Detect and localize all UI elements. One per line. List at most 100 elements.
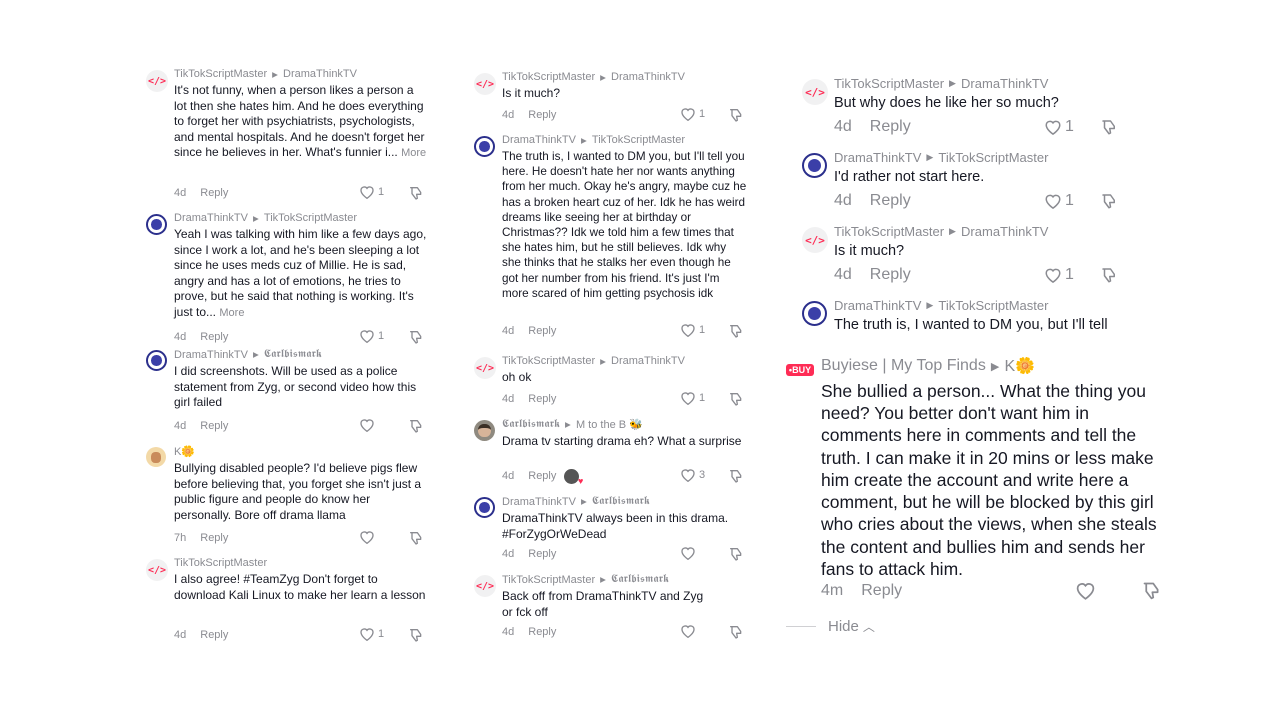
like-button[interactable] <box>680 546 699 560</box>
reply-button[interactable]: Reply <box>528 626 556 638</box>
drama-avatar[interactable] <box>474 497 495 518</box>
hide-replies-button[interactable]: Hide ︿ <box>786 618 875 635</box>
more-link[interactable]: More <box>219 307 244 319</box>
dislike-icon[interactable] <box>728 624 744 640</box>
like-button[interactable] <box>680 624 699 638</box>
reply-to-author[interactable]: DramaThinkTV <box>961 224 1048 239</box>
reply-to-author[interactable]: DramaThinkTV <box>961 76 1048 91</box>
drama-avatar[interactable] <box>802 301 827 326</box>
comment-author[interactable]: DramaThinkTV <box>174 212 248 224</box>
comment-author[interactable]: Buyiese | My Top Finds <box>821 357 986 375</box>
reply-to-author[interactable]: M to the B 🐝 <box>576 418 643 431</box>
comment-author[interactable]: DramaThinkTV <box>834 298 921 313</box>
reply-button[interactable]: Reply <box>200 532 228 544</box>
dislike-icon[interactable] <box>408 185 424 201</box>
reply-to-author[interactable]: TikTokScriptMaster <box>264 212 357 224</box>
code-avatar[interactable]: </> <box>146 70 168 92</box>
dislike-icon[interactable] <box>408 418 424 434</box>
comment-author[interactable]: DramaThinkTV <box>502 496 576 508</box>
reply-button[interactable]: Reply <box>870 192 911 210</box>
comment-meta: 4d Reply 1 <box>174 628 429 642</box>
code-avatar[interactable]: </> <box>474 575 496 597</box>
like-button[interactable]: 1 <box>1044 118 1074 136</box>
like-button[interactable] <box>359 530 378 544</box>
reply-button[interactable]: Reply <box>528 109 556 121</box>
like-button[interactable]: 1 <box>680 107 705 121</box>
like-button[interactable]: 3 <box>680 468 705 482</box>
reply-to-author[interactable]: DramaThinkTV <box>283 68 357 80</box>
like-button[interactable] <box>1075 581 1099 600</box>
dislike-icon[interactable] <box>1100 192 1118 210</box>
dislike-icon[interactable] <box>728 468 744 484</box>
dislike-icon[interactable] <box>728 546 744 562</box>
reply-button[interactable]: Reply <box>861 582 902 600</box>
reply-button[interactable]: Reply <box>528 325 556 337</box>
comment-time: 4d <box>502 470 515 482</box>
reply-to-author[interactable]: 𝕮𝖆𝖗𝖑𝖇𝖎𝖘𝖒𝖆𝖗𝖐 <box>592 495 650 508</box>
reply-button[interactable]: Reply <box>528 393 556 405</box>
comment-author[interactable]: TikTokScriptMaster <box>834 76 944 91</box>
like-button[interactable]: 1 <box>359 185 384 199</box>
dislike-icon[interactable] <box>728 391 744 407</box>
like-button[interactable]: 1 <box>680 323 705 337</box>
drama-avatar[interactable] <box>802 153 827 178</box>
drama-avatar[interactable] <box>146 350 167 371</box>
like-count: 3 <box>699 469 706 481</box>
reply-button[interactable]: Reply <box>870 118 911 136</box>
more-link[interactable]: More <box>401 147 426 159</box>
reply-to-author[interactable]: DramaThinkTV <box>611 71 685 83</box>
comment-author[interactable]: TikTokScriptMaster <box>502 355 595 367</box>
comment-author[interactable]: DramaThinkTV <box>834 150 921 165</box>
reply-to-author[interactable]: 𝕮𝖆𝖗𝖑𝖇𝖎𝖘𝖒𝖆𝖗𝖐 <box>264 348 322 361</box>
dislike-icon[interactable] <box>1100 118 1118 136</box>
comment-text: Drama tv starting drama eh? What a surpr… <box>502 434 742 448</box>
code-avatar[interactable]: </> <box>802 79 828 105</box>
comment-author[interactable]: TikTokScriptMaster <box>502 574 595 586</box>
dislike-icon[interactable] <box>728 323 744 339</box>
comment-meta: 7h Reply <box>174 531 429 545</box>
reply-to-author[interactable]: TikTokScriptMaster <box>938 150 1048 165</box>
code-avatar[interactable]: </> <box>474 73 496 95</box>
comment-author[interactable]: DramaThinkTV <box>502 134 576 146</box>
reply-button[interactable]: Reply <box>528 548 556 560</box>
dislike-icon[interactable] <box>1141 580 1162 601</box>
comment-author[interactable]: TikTokScriptMaster <box>502 71 595 83</box>
code-avatar[interactable]: </> <box>802 227 828 253</box>
code-avatar[interactable]: </> <box>474 357 496 379</box>
buy-avatar[interactable]: •BUY <box>786 362 814 378</box>
code-avatar[interactable]: </> <box>146 559 168 581</box>
k-avatar[interactable] <box>146 447 166 467</box>
reply-to-author[interactable]: TikTokScriptMaster <box>592 134 685 146</box>
reply-button[interactable]: Reply <box>528 470 556 482</box>
comment-author[interactable]: 𝕮𝖆𝖗𝖑𝖇𝖎𝖘𝖒𝖆𝖗𝖐 <box>502 418 560 431</box>
reply-to-author[interactable]: K🌼 <box>1004 356 1035 376</box>
dislike-icon[interactable] <box>408 530 424 546</box>
man-avatar[interactable] <box>474 420 495 441</box>
reply-button[interactable]: Reply <box>200 420 228 432</box>
dislike-icon[interactable] <box>408 329 424 345</box>
reply-to-author[interactable]: DramaThinkTV <box>611 355 685 367</box>
reply-to-author[interactable]: 𝕮𝖆𝖗𝖑𝖇𝖎𝖘𝖒𝖆𝖗𝖐 <box>611 573 669 586</box>
like-button[interactable]: 1 <box>359 627 384 641</box>
like-button[interactable]: 1 <box>1044 192 1074 210</box>
comment-author[interactable]: TikTokScriptMaster <box>174 557 267 569</box>
like-button[interactable]: 1 <box>680 391 705 405</box>
comment-author[interactable]: DramaThinkTV <box>174 349 248 361</box>
comment-author-line: DramaThinkTV ▶ TikTokScriptMaster <box>174 212 429 224</box>
reply-button[interactable]: Reply <box>200 187 228 199</box>
reply-button[interactable]: Reply <box>870 266 911 284</box>
like-button[interactable]: 1 <box>1044 266 1074 284</box>
reply-to-author[interactable]: TikTokScriptMaster <box>938 298 1048 313</box>
drama-avatar[interactable] <box>146 214 167 235</box>
reply-button[interactable]: Reply <box>200 331 228 343</box>
like-button[interactable] <box>359 418 378 432</box>
like-button[interactable]: 1 <box>359 329 384 343</box>
reply-button[interactable]: Reply <box>200 629 228 641</box>
dislike-icon[interactable] <box>408 627 424 643</box>
drama-avatar[interactable] <box>474 136 495 157</box>
comment-author[interactable]: K🌼 <box>174 445 195 458</box>
dislike-icon[interactable] <box>728 107 744 123</box>
comment-author[interactable]: TikTokScriptMaster <box>174 68 267 80</box>
comment-author[interactable]: TikTokScriptMaster <box>834 224 944 239</box>
dislike-icon[interactable] <box>1100 266 1118 284</box>
